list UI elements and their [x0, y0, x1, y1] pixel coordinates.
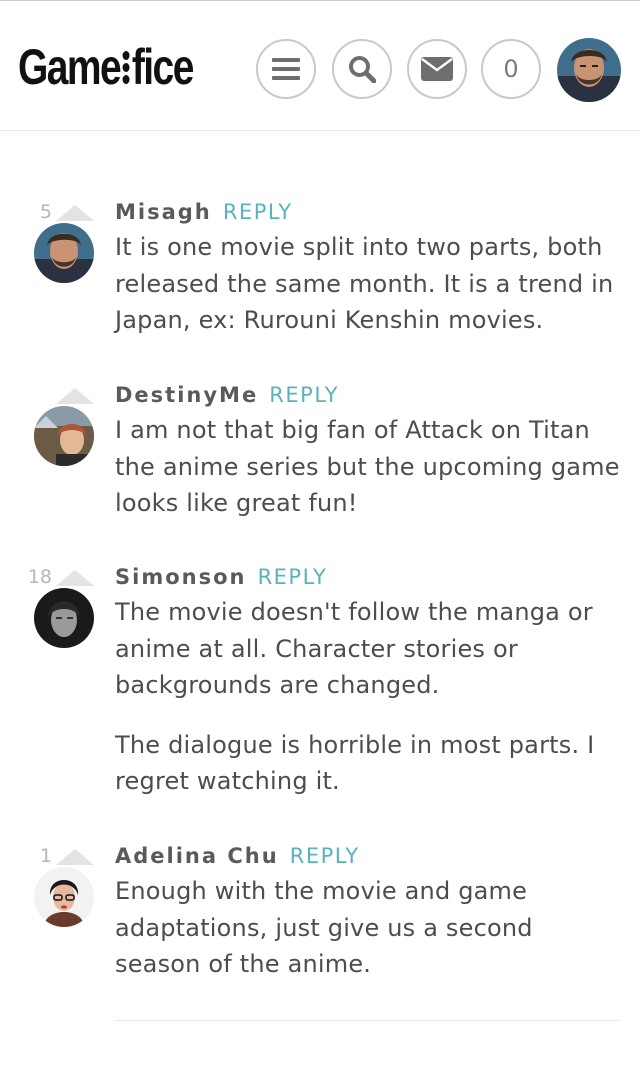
- commenter-avatar[interactable]: [34, 867, 94, 927]
- comment-body: I am not that big fan of Attack on Titan…: [115, 412, 625, 522]
- comment-body: It is one movie split into two parts, bo…: [115, 229, 625, 339]
- comment-body: The movie doesn't follow the manga or an…: [115, 594, 625, 800]
- reply-link[interactable]: REPLY: [258, 565, 328, 589]
- site-logo[interactable]: Game fice: [18, 37, 195, 97]
- reply-link[interactable]: REPLY: [290, 844, 360, 868]
- comment-header: Simonson REPLY: [115, 564, 327, 592]
- vote-count: 18: [27, 566, 52, 588]
- comment-text: The movie doesn't follow the manga or an…: [115, 598, 593, 699]
- comment-text: It is one movie split into two parts, bo…: [115, 233, 614, 334]
- logo-dots-icon: [122, 50, 130, 84]
- vote-widget: 1: [0, 843, 96, 869]
- comment-author[interactable]: Misagh: [115, 200, 212, 224]
- vote-count: 1: [39, 845, 52, 867]
- comment-text: Enough with the movie and game adaptatio…: [115, 877, 533, 978]
- menu-button[interactable]: [256, 39, 316, 99]
- vote-widget: 18: [0, 564, 96, 590]
- comment-body: Enough with the movie and game adaptatio…: [115, 873, 625, 983]
- reply-link[interactable]: REPLY: [269, 383, 339, 407]
- envelope-icon: [421, 57, 453, 81]
- comment-header: Adelina Chu REPLY: [115, 843, 360, 871]
- commenter-avatar[interactable]: [34, 223, 94, 283]
- upvote-arrow-icon[interactable]: [56, 849, 94, 865]
- comment-header: Misagh REPLY: [115, 199, 293, 227]
- comment-header: DestinyMe REPLY: [115, 382, 339, 410]
- upvote-arrow-icon[interactable]: [56, 205, 94, 221]
- logo-text-right: fice: [131, 39, 195, 95]
- commenter-avatar[interactable]: [34, 588, 94, 648]
- user-avatar[interactable]: [557, 38, 621, 102]
- commenter-avatar[interactable]: [34, 406, 94, 466]
- comment-text: I am not that big fan of Attack on Titan…: [115, 416, 620, 517]
- search-icon: [349, 56, 376, 83]
- vote-widget: 5: [0, 199, 96, 225]
- upvote-arrow-icon[interactable]: [56, 570, 94, 586]
- hamburger-icon: [272, 58, 300, 80]
- comment-author[interactable]: Simonson: [115, 565, 246, 589]
- upvote-arrow-icon[interactable]: [56, 388, 94, 404]
- comments-divider: [115, 1020, 620, 1021]
- vote-count: 5: [39, 201, 52, 223]
- vote-widget: [0, 382, 96, 408]
- site-header: Game fice 0: [0, 1, 640, 131]
- search-button[interactable]: [332, 39, 392, 99]
- reply-link[interactable]: REPLY: [223, 200, 293, 224]
- logo-text-left: Game: [18, 39, 122, 95]
- comment-author[interactable]: DestinyMe: [115, 383, 258, 407]
- notifications-button[interactable]: 0: [481, 39, 541, 99]
- comment-author[interactable]: Adelina Chu: [115, 844, 279, 868]
- comment-text: The dialogue is horrible in most parts. …: [115, 730, 595, 796]
- messages-button[interactable]: [407, 39, 467, 99]
- notification-count: 0: [503, 55, 519, 83]
